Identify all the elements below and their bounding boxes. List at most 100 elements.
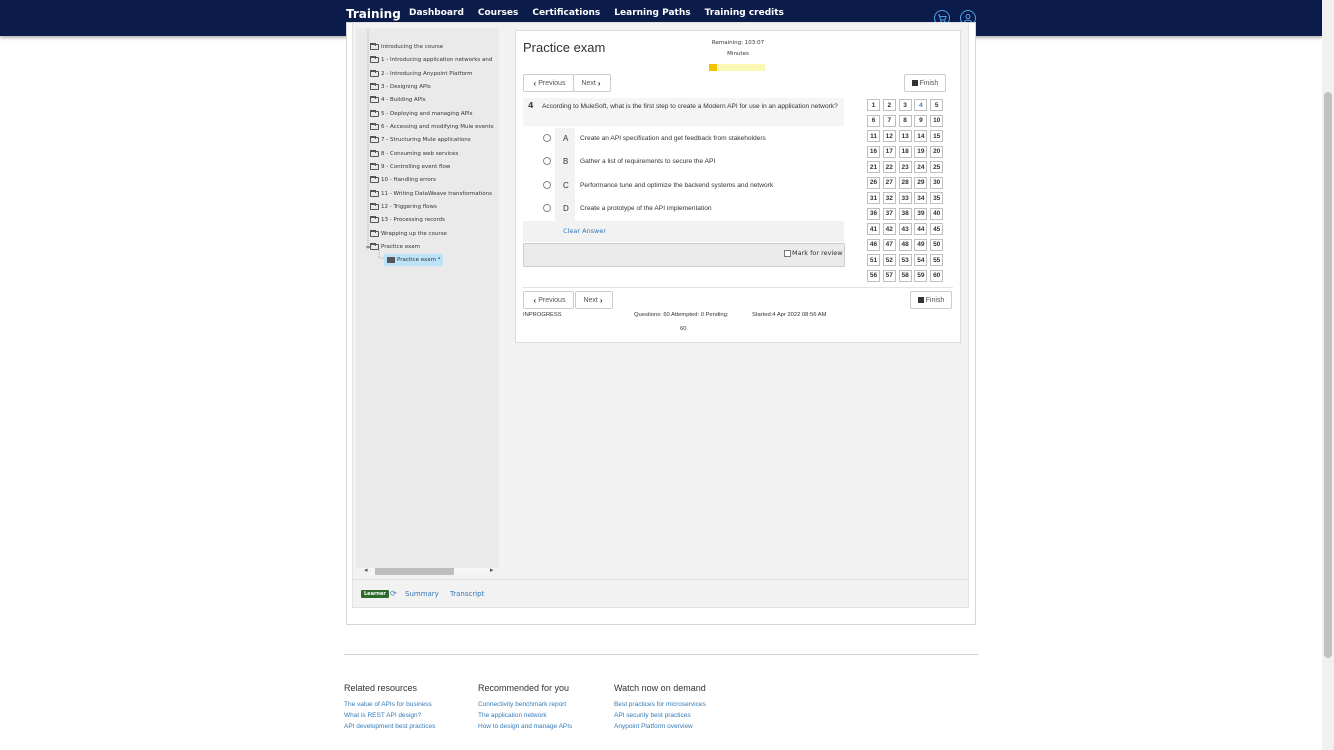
- option-a[interactable]: A Create an API specification and get fe…: [543, 131, 766, 145]
- question-nav-51[interactable]: 51: [867, 254, 880, 266]
- scroll-right-icon[interactable]: ▸: [490, 566, 494, 574]
- question-nav-58[interactable]: 58: [898, 269, 912, 282]
- nav-training-credits[interactable]: Training credits: [705, 8, 784, 18]
- nav-certifications[interactable]: Certifications: [532, 8, 600, 18]
- tree-item-module-12[interactable]: 12 - Triggering flows: [370, 203, 437, 210]
- option-a-radio[interactable]: [543, 134, 551, 142]
- question-nav-44[interactable]: 44: [914, 223, 928, 235]
- question-nav-24[interactable]: 24: [914, 161, 928, 173]
- option-c-radio[interactable]: [543, 181, 551, 189]
- question-nav-2[interactable]: 2: [882, 99, 896, 111]
- scroll-left-icon[interactable]: ◂: [364, 566, 368, 574]
- brand-link[interactable]: Training: [346, 7, 401, 21]
- question-nav-55[interactable]: 55: [930, 254, 944, 266]
- question-nav-26[interactable]: 26: [867, 176, 880, 189]
- mark-for-review-checkbox[interactable]: [784, 249, 791, 257]
- question-nav-12[interactable]: 12: [882, 130, 896, 142]
- question-nav-38[interactable]: 38: [898, 207, 912, 220]
- question-nav-31[interactable]: 31: [867, 192, 880, 204]
- question-nav-57[interactable]: 57: [882, 269, 896, 282]
- footer-link[interactable]: What is REST API design?: [344, 710, 435, 721]
- question-nav-59[interactable]: 59: [914, 269, 928, 282]
- mark-for-review[interactable]: Mark for review: [784, 249, 843, 257]
- question-nav-40[interactable]: 40: [930, 207, 944, 220]
- question-nav-39[interactable]: 39: [914, 207, 928, 220]
- transcript-link[interactable]: Transcript: [450, 590, 484, 598]
- question-nav-14[interactable]: 14: [914, 130, 928, 142]
- question-nav-56[interactable]: 56: [867, 269, 880, 282]
- question-nav-60[interactable]: 60: [930, 269, 944, 282]
- question-nav-7[interactable]: 7: [882, 114, 896, 127]
- question-nav-52[interactable]: 52: [882, 254, 896, 266]
- question-nav-49[interactable]: 49: [914, 238, 928, 251]
- finish-button-top[interactable]: Finish: [904, 74, 946, 92]
- question-nav-47[interactable]: 47: [882, 238, 896, 251]
- question-nav-21[interactable]: 21: [867, 161, 880, 173]
- previous-button-top[interactable]: ‹ Previous: [523, 74, 574, 92]
- tree-item-practice-exam-selected[interactable]: Practice exam *: [384, 254, 444, 266]
- option-c[interactable]: C Performance tune and optimize the back…: [543, 178, 773, 192]
- question-nav-16[interactable]: 16: [867, 145, 880, 158]
- footer-link[interactable]: API security best practices: [614, 710, 706, 721]
- question-nav-6[interactable]: 6: [867, 114, 880, 127]
- question-nav-15[interactable]: 15: [930, 130, 944, 142]
- tree-item-module-1[interactable]: 1 - Introducing application networks and: [370, 56, 492, 63]
- tree-item-module-5[interactable]: 5 - Deploying and managing APIs: [370, 110, 472, 117]
- question-nav-50[interactable]: 50: [930, 238, 944, 251]
- tree-item-module-10[interactable]: 10 - Handling errors: [370, 176, 436, 183]
- option-b-radio[interactable]: [543, 157, 551, 165]
- question-nav-22[interactable]: 22: [882, 161, 896, 173]
- question-nav-4[interactable]: 4: [914, 99, 928, 111]
- question-nav-19[interactable]: 19: [914, 145, 928, 158]
- tree-item-module-8[interactable]: 8 - Consuming web services: [370, 150, 458, 157]
- question-nav-3[interactable]: 3: [898, 99, 912, 111]
- footer-link[interactable]: How to design and manage APIs: [478, 721, 572, 732]
- question-nav-5[interactable]: 5: [930, 99, 944, 111]
- question-nav-35[interactable]: 35: [930, 192, 944, 204]
- tree-item-module-4[interactable]: 4 - Building APIs: [370, 96, 426, 103]
- question-nav-46[interactable]: 46: [867, 238, 880, 251]
- question-nav-9[interactable]: 9: [914, 114, 928, 127]
- question-nav-37[interactable]: 37: [882, 207, 896, 220]
- footer-link[interactable]: Connectivity benchmark report: [478, 699, 572, 710]
- option-d[interactable]: D Create a prototype of the API implemen…: [543, 201, 712, 215]
- footer-link[interactable]: Anypoint Platform overview: [614, 721, 706, 732]
- nav-learning-paths[interactable]: Learning Paths: [614, 8, 690, 18]
- question-nav-23[interactable]: 23: [898, 161, 912, 173]
- question-nav-41[interactable]: 41: [867, 223, 880, 235]
- footer-link[interactable]: API development best practices: [344, 721, 435, 732]
- tree-horizontal-scrollbar[interactable]: ◂ ▸: [363, 566, 497, 576]
- tree-item-module-13[interactable]: 13 - Processing records: [370, 216, 445, 223]
- tree-item-module-11[interactable]: 11 - Writing DataWeave transformations: [370, 190, 492, 197]
- question-nav-18[interactable]: 18: [898, 145, 912, 158]
- question-nav-42[interactable]: 42: [882, 223, 896, 235]
- question-nav-27[interactable]: 27: [882, 176, 896, 189]
- question-nav-30[interactable]: 30: [930, 176, 944, 189]
- tree-item-module-6[interactable]: 6 - Accessing and modifying Mule events: [370, 123, 494, 130]
- question-nav-20[interactable]: 20: [930, 145, 944, 158]
- question-nav-25[interactable]: 25: [930, 161, 944, 173]
- question-nav-11[interactable]: 11: [867, 130, 880, 142]
- question-nav-32[interactable]: 32: [882, 192, 896, 204]
- question-nav-17[interactable]: 17: [882, 145, 896, 158]
- question-nav-34[interactable]: 34: [914, 192, 928, 204]
- page-scroll-thumb[interactable]: [1324, 92, 1332, 658]
- question-nav-29[interactable]: 29: [914, 176, 928, 189]
- clear-answer-link[interactable]: Clear Answer: [563, 227, 606, 235]
- tree-item-module-9[interactable]: 9 - Controlling event flow: [370, 163, 450, 170]
- question-nav-13[interactable]: 13: [898, 130, 912, 142]
- footer-link[interactable]: The application network: [478, 710, 572, 721]
- nav-dashboard[interactable]: Dashboard: [409, 8, 464, 18]
- question-nav-45[interactable]: 45: [930, 223, 944, 235]
- question-nav-43[interactable]: 43: [898, 223, 912, 235]
- finish-button-bottom[interactable]: Finish: [910, 291, 952, 309]
- next-button-bottom[interactable]: Next ›: [575, 291, 613, 309]
- footer-link[interactable]: Best practices for microservices: [614, 699, 706, 710]
- question-nav-10[interactable]: 10: [930, 114, 944, 127]
- summary-link[interactable]: Summary: [405, 590, 439, 598]
- scroll-thumb[interactable]: [375, 568, 454, 575]
- question-nav-1[interactable]: 1: [867, 99, 880, 111]
- page-scrollbar[interactable]: [1322, 0, 1334, 750]
- tree-item-practice-exam[interactable]: Practice exam: [370, 243, 420, 250]
- refresh-icon[interactable]: ⟳: [390, 589, 397, 598]
